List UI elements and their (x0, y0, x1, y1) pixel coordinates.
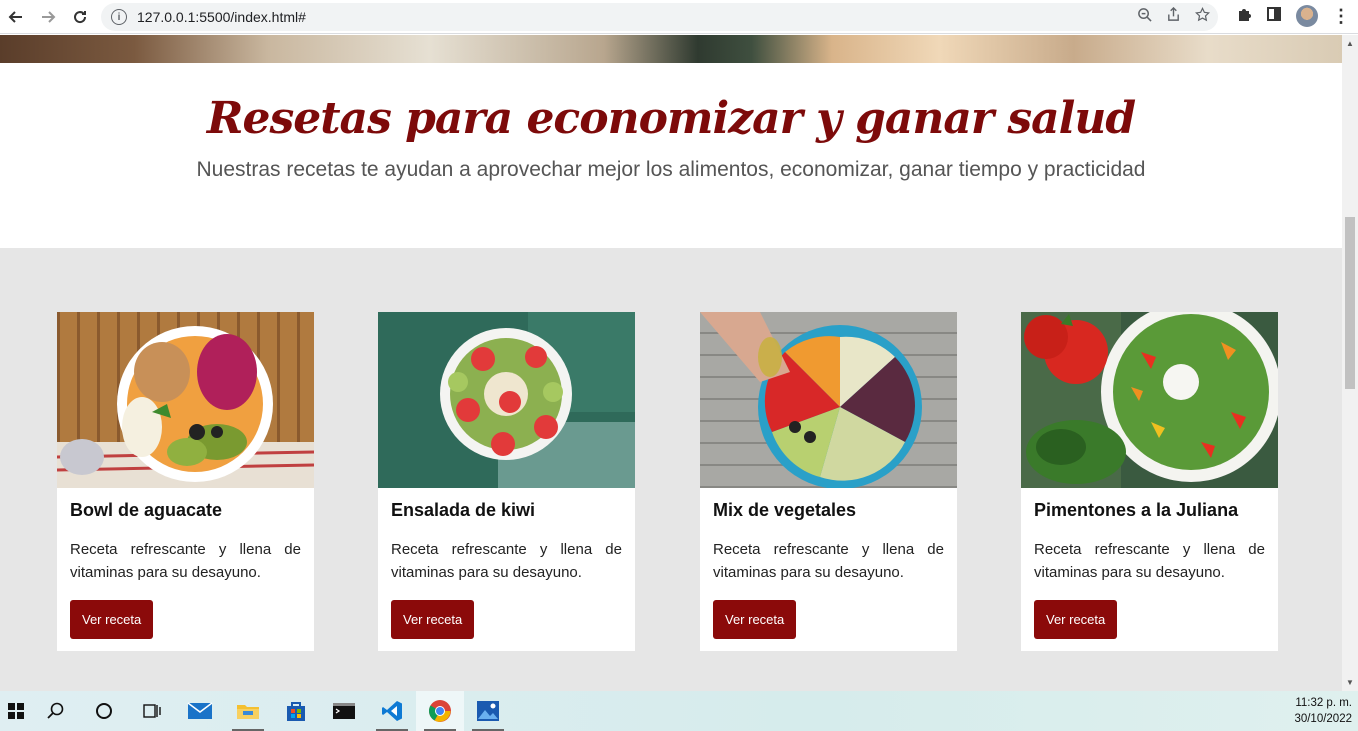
recipe-card: Ensalada de kiwi Receta refrescante y ll… (378, 312, 635, 651)
search-icon[interactable] (32, 691, 80, 731)
reload-icon[interactable] (64, 1, 96, 33)
clock-date: 30/10/2022 (1294, 713, 1352, 725)
recipe-description: Receta refrescante y llena de vitaminas … (1034, 541, 1265, 581)
forward-arrow-icon[interactable] (32, 1, 64, 33)
back-arrow-icon[interactable] (0, 1, 32, 33)
clock-time: 11:32 p. m. (1295, 697, 1352, 709)
recipe-image-julienne-peppers (1021, 312, 1278, 488)
hero-image (0, 35, 1342, 63)
recipe-description: Receta refrescante y llena de vitaminas … (391, 541, 622, 581)
side-panel-icon[interactable] (1266, 6, 1282, 27)
system-clock[interactable]: 11:32 p. m. 30/10/2022 (1294, 695, 1352, 727)
recipe-description: Receta refrescante y llena de vitaminas … (713, 541, 944, 581)
vscode-icon[interactable] (368, 691, 416, 731)
address-bar[interactable]: i 127.0.0.1:5500/index.html# (101, 3, 1218, 31)
menu-kebab-icon[interactable]: ⋮ (1332, 6, 1350, 27)
recipe-cards-section: Bowl de aguacate Receta refrescante y ll… (0, 248, 1342, 691)
windows-start-icon[interactable] (0, 691, 32, 731)
store-icon[interactable] (272, 691, 320, 731)
recipe-image-avocado-bowl (57, 312, 314, 488)
profile-avatar[interactable] (1296, 5, 1318, 27)
recipe-card: Bowl de aguacate Receta refrescante y ll… (57, 312, 314, 651)
page-title: Resetas para economizar y ganar salud (206, 93, 1136, 144)
terminal-icon[interactable] (320, 691, 368, 731)
recipe-card: Mix de vegetales Receta refrescante y ll… (700, 312, 957, 651)
file-explorer-icon[interactable] (224, 691, 272, 731)
task-view-icon[interactable] (128, 691, 176, 731)
share-icon[interactable] (1166, 6, 1181, 26)
chrome-icon[interactable] (416, 691, 464, 731)
recipe-title: Ensalada de kiwi (391, 500, 536, 520)
scroll-down-icon[interactable]: ▼ (1346, 678, 1354, 687)
mail-icon[interactable] (176, 691, 224, 731)
recipe-card: Pimentones a la Juliana Receta refrescan… (1021, 312, 1278, 651)
recipes-header: Resetas para economizar y ganar salud Nu… (0, 63, 1342, 248)
recipe-title: Bowl de aguacate (70, 500, 223, 520)
page-scrollbar[interactable]: ▲ ▼ (1342, 35, 1358, 691)
scroll-up-icon[interactable]: ▲ (1346, 39, 1354, 48)
extensions-puzzle-icon[interactable] (1236, 6, 1252, 27)
bookmark-star-icon[interactable] (1194, 6, 1211, 26)
photos-icon[interactable] (464, 691, 512, 731)
windows-taskbar: 11:32 p. m. 30/10/2022 (0, 691, 1358, 731)
view-recipe-button[interactable]: Ver receta (391, 600, 475, 639)
recipe-image-kiwi-salad (378, 312, 635, 488)
view-recipe-button[interactable]: Ver receta (70, 600, 154, 639)
recipe-title: Mix de vegetales (713, 500, 857, 520)
view-recipe-button[interactable]: Ver receta (1034, 600, 1118, 639)
page-subtitle: Nuestras recetas te ayudan a aprovechar … (196, 158, 1146, 181)
scroll-thumb[interactable] (1345, 217, 1355, 389)
recipe-description: Receta refrescante y llena de vitaminas … (70, 541, 301, 581)
recipe-title: Pimentones a la Juliana (1034, 500, 1239, 520)
browser-toolbar: i 127.0.0.1:5500/index.html# ⋮ (0, 0, 1358, 34)
site-info-icon[interactable]: i (111, 9, 127, 25)
cortana-icon[interactable] (80, 691, 128, 731)
recipe-image-vegetable-mix (700, 312, 957, 488)
view-recipe-button[interactable]: Ver receta (713, 600, 797, 639)
url-text: 127.0.0.1:5500/index.html# (137, 9, 306, 25)
page-viewport: Resetas para economizar y ganar salud Nu… (0, 35, 1342, 691)
zoom-icon[interactable] (1137, 7, 1152, 26)
